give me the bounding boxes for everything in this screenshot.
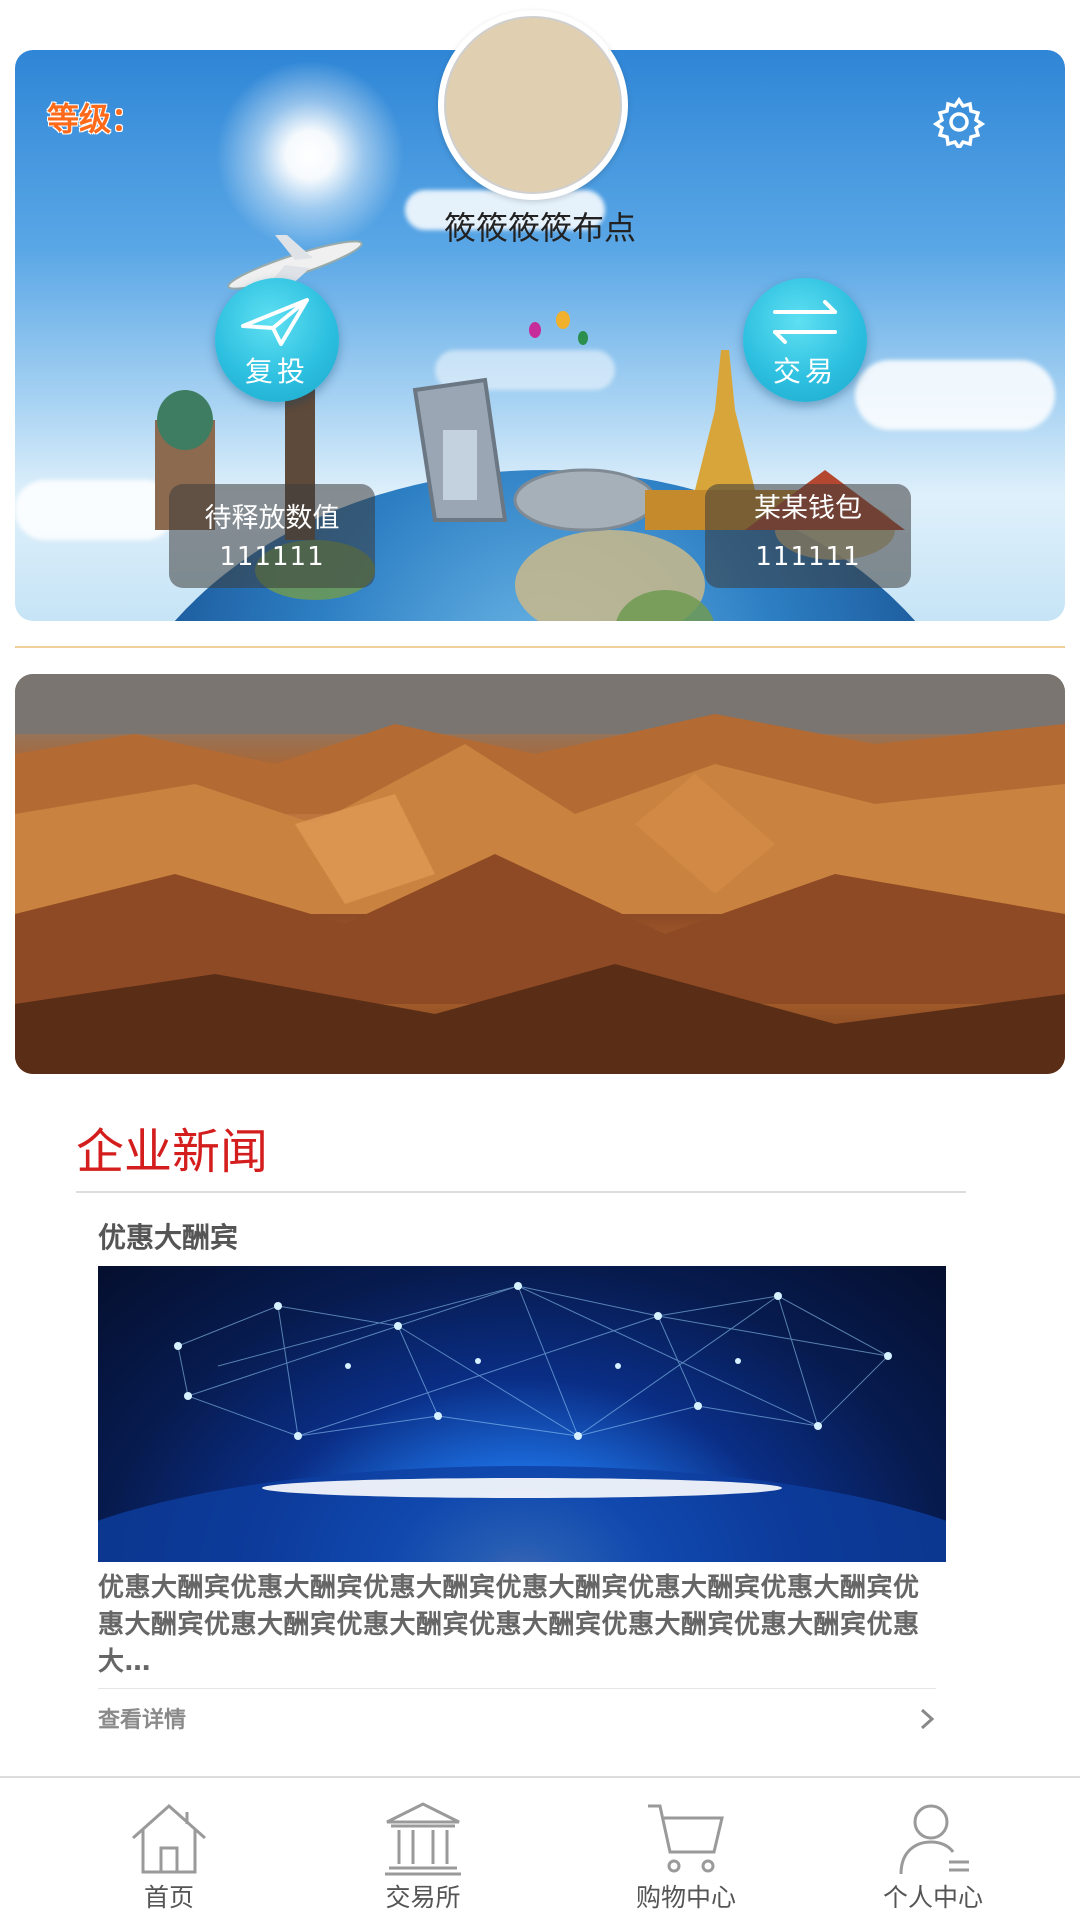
nav-label: 购物中心: [635, 1883, 736, 1912]
news-footer-divider: [98, 1688, 936, 1689]
news-item-image[interactable]: [98, 1266, 946, 1562]
news-section-title: 企业新闻: [76, 1124, 269, 1180]
chevron-right-icon[interactable]: [918, 1704, 938, 1734]
pending-release-label: 待释放数值: [204, 503, 340, 534]
trade-button[interactable]: 交易: [743, 278, 867, 402]
username: 筱筱筱筱布点: [443, 209, 636, 247]
home-icon: [132, 1803, 206, 1874]
swap-arrows-icon: [773, 300, 837, 344]
settings-gear-icon[interactable]: [933, 96, 985, 148]
news-item-title[interactable]: 优惠大酬宾: [98, 1216, 238, 1256]
trade-label: 交易: [772, 355, 837, 388]
nav-item-profile[interactable]: 个人中心: [823, 1778, 1043, 1920]
news-divider: [76, 1191, 966, 1193]
bottom-navigation: 首页 交易所 购物中心 个人中心: [0, 1776, 1080, 1920]
nav-item-exchange[interactable]: 交易所: [313, 1778, 533, 1920]
wallet-box[interactable]: 某某钱包 111111: [705, 484, 911, 588]
wallet-value: 111111: [755, 542, 861, 572]
wallet-label: 某某钱包: [754, 493, 862, 524]
user-icon: [899, 1804, 969, 1875]
nav-item-home[interactable]: 首页: [59, 1778, 279, 1920]
paper-plane-icon: [241, 298, 309, 346]
network-globe-illustration: [98, 1282, 946, 1562]
view-details-link[interactable]: 查看详情: [98, 1702, 186, 1734]
avatar[interactable]: [438, 10, 628, 200]
nav-label: 首页: [143, 1883, 194, 1912]
reinvest-button[interactable]: 复投: [215, 278, 339, 402]
level-label: 等级：: [47, 100, 144, 138]
pending-release-value: 111111: [219, 542, 325, 572]
shopping-cart-icon: [648, 1804, 724, 1873]
nav-label: 交易所: [385, 1883, 461, 1912]
exchange-building-icon: [385, 1802, 461, 1876]
news-item-description: 优惠大酬宾优惠大酬宾优惠大酬宾优惠大酬宾优惠大酬宾优惠大酬宾优惠大酬宾优惠大酬宾…: [98, 1573, 920, 1677]
canyon-illustration: [15, 674, 1065, 1074]
nav-label: 个人中心: [882, 1883, 983, 1912]
reinvest-label: 复投: [244, 355, 309, 388]
balloons-illustration: [529, 311, 588, 345]
nav-item-shopping[interactable]: 购物中心: [576, 1778, 796, 1920]
section-divider: [15, 646, 1065, 648]
pending-release-box: 待释放数值 111111: [169, 484, 375, 588]
canyon-banner-image[interactable]: [15, 674, 1065, 1074]
